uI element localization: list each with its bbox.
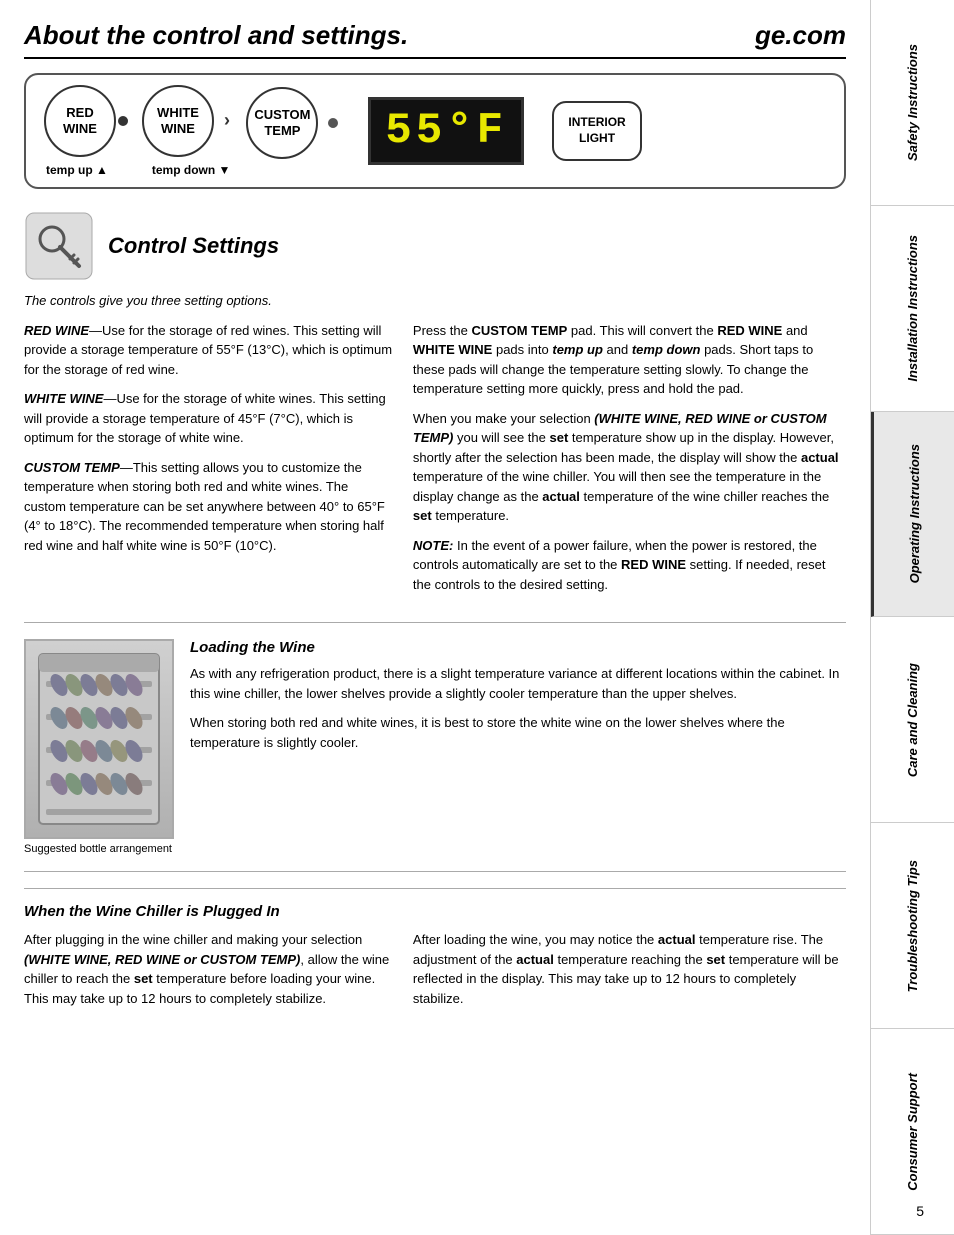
interior-light-group: INTERIOR LIGHT	[552, 101, 642, 161]
right-column: Press the CUSTOM TEMP pad. This will con…	[413, 321, 846, 605]
custom-temp-bold: CUSTOM TEMP	[471, 323, 567, 338]
wine-image-group: Suggested bottle arrangement	[24, 639, 174, 855]
custom-temp-button[interactable]: CUSTOM TEMP	[246, 87, 318, 159]
set-bold: set	[549, 430, 568, 445]
white-wine-btn-group: WHITE WINE ›	[142, 85, 214, 157]
sidebar-tab-operating-label: Operating Instructions	[907, 444, 922, 583]
intro-text: The controls give you three setting opti…	[24, 291, 846, 311]
temperature-display: 55°F	[368, 97, 524, 165]
interior-light-button[interactable]: INTERIOR LIGHT	[552, 101, 642, 161]
left-column: RED WINE—Use for the storage of red wine…	[24, 321, 393, 605]
custom-temp-heading: CUSTOM TEMP	[24, 460, 120, 475]
section-title: Control Settings	[108, 233, 279, 259]
two-col-layout: RED WINE—Use for the storage of red wine…	[24, 321, 846, 605]
sidebar-tab-consumer[interactable]: Consumer Support	[871, 1029, 954, 1235]
page-number: 5	[916, 1203, 924, 1219]
red-wine-para: RED WINE—Use for the storage of red wine…	[24, 321, 393, 380]
temp-up-bold: temp up	[552, 342, 603, 357]
sidebar-tab-troubleshooting-label: Troubleshooting Tips	[905, 860, 920, 992]
red-wine-button[interactable]: RED WINE	[44, 85, 116, 157]
control-panel-diagram: RED WINE WHITE WINE › temp up ▲ temp	[24, 73, 846, 189]
section-divider	[24, 622, 846, 623]
ge-com: ge.com	[755, 20, 846, 51]
temp-down-bold: temp down	[632, 342, 701, 357]
plugged-two-col: After plugging in the wine chiller and m…	[24, 930, 846, 1018]
sidebar-tab-care[interactable]: Care and Cleaning	[871, 617, 954, 823]
white-wine-button[interactable]: WHITE WINE ›	[142, 85, 214, 157]
note-label: NOTE:	[413, 538, 453, 553]
bottle-caption: Suggested bottle arrangement	[24, 843, 172, 855]
right-p2: When you make your selection (WHITE WINE…	[413, 409, 846, 526]
temp-down-label: temp down ▼	[152, 163, 231, 177]
page-title: About the control and settings.	[24, 20, 408, 51]
red-wine-btn-group: RED WINE	[44, 85, 116, 157]
plugged-actual: actual	[658, 932, 696, 947]
right-sidebar: Safety Instructions Installation Instruc…	[870, 0, 954, 1235]
red-wine-heading: RED WINE	[24, 323, 89, 338]
custom-temp-para: CUSTOM TEMP—This setting allows you to c…	[24, 458, 393, 556]
plugged-divider	[24, 871, 846, 872]
loading-title: Loading the Wine	[190, 639, 846, 656]
sidebar-tab-troubleshooting[interactable]: Troubleshooting Tips	[871, 823, 954, 1029]
temp-labels: temp up ▲ temp down ▼	[44, 163, 230, 177]
plugged-right-p1: After loading the wine, you may notice t…	[413, 930, 846, 1008]
plugged-set: set	[134, 971, 153, 986]
set-bold2: set	[413, 508, 432, 523]
red-wine-dot	[118, 116, 128, 126]
selection-italic: (WHITE WINE, RED WINE or CUSTOM TEMP)	[413, 411, 827, 446]
temp-up-label: temp up ▲	[46, 163, 108, 177]
plugged-left-p1: After plugging in the wine chiller and m…	[24, 930, 393, 1008]
plugged-left: After plugging in the wine chiller and m…	[24, 930, 393, 1018]
plugged-right: After loading the wine, you may notice t…	[413, 930, 846, 1018]
red-wine-note: RED WINE	[621, 557, 686, 572]
loading-section: Suggested bottle arrangement Loading the…	[24, 639, 846, 855]
sidebar-tab-consumer-label: Consumer Support	[905, 1073, 920, 1191]
wine-chiller-image	[24, 639, 174, 839]
white-wine-para: WHITE WINE—Use for the storage of white …	[24, 389, 393, 448]
plugged-actual2: actual	[516, 952, 554, 967]
page-title-bar: About the control and settings. ge.com	[24, 20, 846, 59]
actual-bold: actual	[801, 450, 839, 465]
sidebar-tab-care-label: Care and Cleaning	[905, 663, 920, 777]
plugged-selection: (WHITE WINE, RED WINE or CUSTOM TEMP)	[24, 952, 300, 967]
sidebar-tab-installation-label: Installation Instructions	[905, 235, 920, 382]
white-wine-heading: WHITE WINE	[24, 391, 103, 406]
note-para: NOTE: In the event of a power failure, w…	[413, 536, 846, 595]
white-wine-bold: WHITE WINE	[413, 342, 492, 357]
custom-temp-group: CUSTOM TEMP	[246, 87, 338, 159]
loading-p2: When storing both red and white wines, i…	[190, 713, 846, 752]
custom-temp-indicator	[328, 118, 338, 128]
control-settings-heading: Control Settings	[24, 211, 846, 281]
loading-p1: As with any refrigeration product, there…	[190, 664, 846, 703]
loading-text-col: Loading the Wine As with any refrigerati…	[190, 639, 846, 855]
right-p1: Press the CUSTOM TEMP pad. This will con…	[413, 321, 846, 399]
plugged-section: When the Wine Chiller is Plugged In Afte…	[24, 888, 846, 1018]
red-wine-bold: RED WINE	[717, 323, 782, 338]
sidebar-tab-safety[interactable]: Safety Instructions	[871, 0, 954, 206]
wine-rack-svg	[34, 649, 164, 829]
actual-bold2: actual	[542, 489, 580, 504]
settings-icon	[24, 211, 94, 281]
btn-group-left: RED WINE WHITE WINE › temp up ▲ temp	[44, 85, 230, 177]
sidebar-tab-safety-label: Safety Instructions	[905, 44, 920, 161]
arrow-indicator: ›	[224, 110, 230, 132]
plugged-title: When the Wine Chiller is Plugged In	[24, 903, 846, 920]
sidebar-tab-installation[interactable]: Installation Instructions	[871, 206, 954, 412]
sidebar-tab-operating[interactable]: Operating Instructions	[871, 412, 954, 618]
plugged-set2: set	[706, 952, 725, 967]
